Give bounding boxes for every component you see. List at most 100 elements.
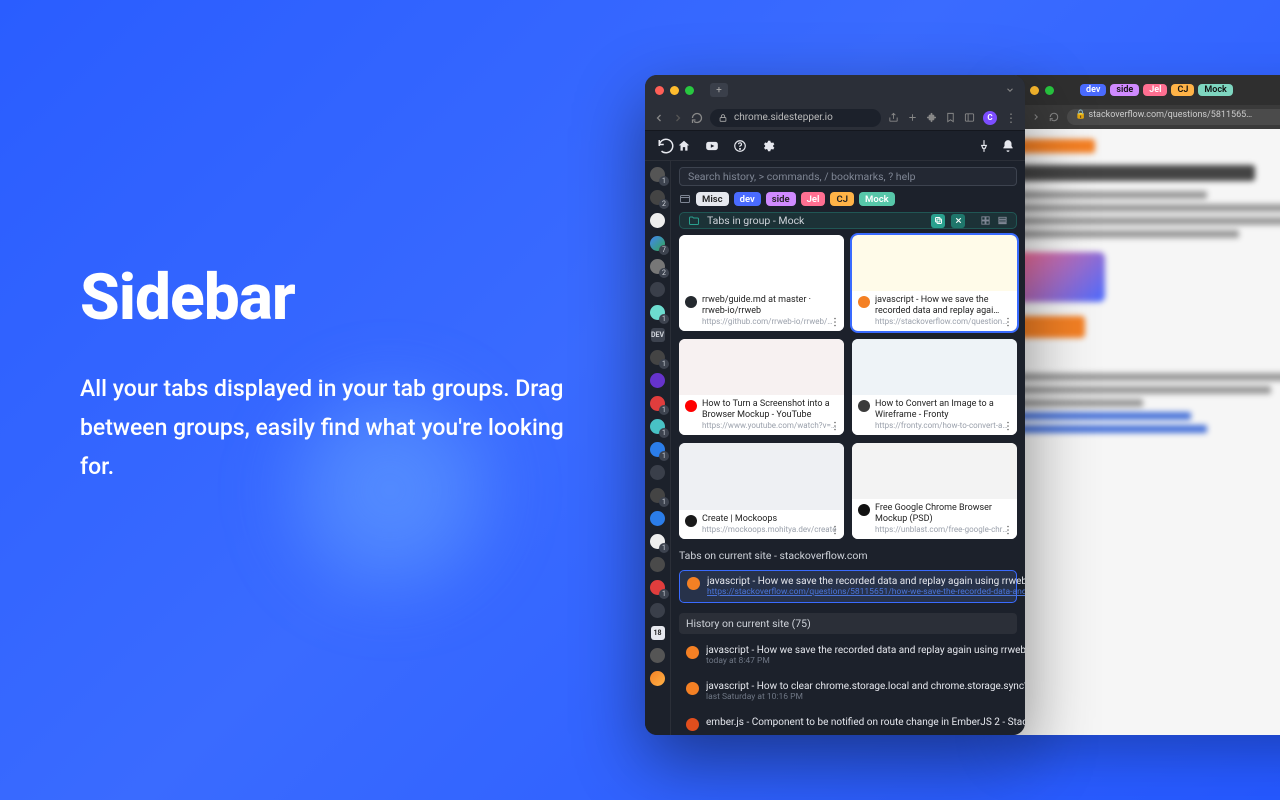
bell-icon[interactable] bbox=[1001, 139, 1015, 153]
tab-group-pill-cj[interactable]: CJ bbox=[1171, 84, 1194, 96]
tab-group-pill-mock[interactable]: Mock bbox=[1198, 84, 1232, 96]
sidebar-extension-window: + chrome.sidestepper.io bbox=[645, 75, 1025, 735]
rail-site-icon[interactable]: 1 bbox=[650, 396, 665, 411]
group-chip-mock[interactable]: Mock bbox=[859, 192, 895, 206]
share-icon[interactable] bbox=[888, 112, 899, 123]
grid-view-icon[interactable] bbox=[980, 215, 991, 226]
favicon bbox=[858, 504, 870, 516]
rail-site-icon[interactable] bbox=[650, 213, 665, 228]
tab-card[interactable]: How to Convert an Image to a Wireframe -… bbox=[852, 339, 1017, 435]
pin-icon[interactable] bbox=[977, 139, 991, 153]
rail-site-icon[interactable]: 1 bbox=[650, 488, 665, 503]
group-chip-misc[interactable]: Misc bbox=[696, 192, 729, 206]
search-input[interactable]: Search history, > commands, / bookmarks,… bbox=[679, 167, 1017, 186]
rail-site-icon[interactable]: 1 bbox=[650, 167, 665, 182]
card-more-icon[interactable] bbox=[1002, 524, 1014, 536]
extension-icon[interactable] bbox=[926, 112, 937, 123]
rail-site-icon[interactable]: 1 bbox=[650, 305, 665, 320]
favicon bbox=[686, 646, 699, 659]
rail-site-icon[interactable]: 1 bbox=[650, 442, 665, 457]
address-bar[interactable]: chrome.sidestepper.io bbox=[710, 109, 881, 127]
undo-icon[interactable] bbox=[657, 137, 675, 155]
rail-site-icon[interactable] bbox=[650, 511, 665, 526]
rail-site-icon[interactable]: 1 bbox=[650, 534, 665, 549]
rail-site-icon[interactable] bbox=[650, 557, 665, 572]
group-chip-cj[interactable]: CJ bbox=[830, 192, 854, 206]
reload-icon[interactable] bbox=[1049, 112, 1059, 122]
help-icon[interactable] bbox=[733, 139, 747, 153]
tab-card[interactable]: javascript - How we save the recorded da… bbox=[852, 235, 1017, 331]
rail-dev-badge[interactable]: DEV bbox=[651, 328, 665, 342]
tab-group-pill-dev[interactable]: dev bbox=[1080, 84, 1106, 96]
rail-site-icon[interactable] bbox=[650, 671, 665, 686]
favicon-rail: 1 2 7 2 1 DEV 1 1 1 1 1 1 bbox=[645, 161, 671, 735]
profile-avatar[interactable]: C bbox=[983, 111, 997, 125]
plus-icon[interactable] bbox=[907, 112, 918, 123]
forward-icon[interactable] bbox=[1031, 112, 1041, 122]
group-header[interactable]: Tabs in group - Mock bbox=[679, 212, 1017, 229]
rail-site-icon[interactable]: 1 bbox=[650, 350, 665, 365]
window-icon[interactable] bbox=[679, 193, 691, 205]
current-site-section-header: Tabs on current site - stackoverflow.com bbox=[679, 549, 1017, 562]
panel-icon[interactable] bbox=[964, 112, 975, 123]
card-more-icon[interactable] bbox=[829, 524, 841, 536]
tab-card[interactable]: How to Turn a Screenshot into a Browser … bbox=[679, 339, 844, 435]
hero-subtitle: All your tabs displayed in your tab grou… bbox=[80, 369, 600, 486]
favicon bbox=[685, 515, 697, 527]
history-section-header: History on current site (75) bbox=[679, 613, 1017, 634]
traffic-light-max[interactable] bbox=[685, 86, 694, 95]
traffic-light-min[interactable] bbox=[1030, 86, 1039, 95]
history-item[interactable]: ember.js - Component to be notified on r… bbox=[679, 712, 1017, 731]
favicon bbox=[685, 296, 697, 308]
address-bar[interactable]: 🔒 stackoverflow.com/questions/5811565… bbox=[1067, 109, 1280, 125]
rail-site-icon[interactable]: 7 bbox=[650, 236, 665, 251]
traffic-light-max[interactable] bbox=[1045, 86, 1054, 95]
background-browser-window: dev side Jel CJ Mock 🔒 stackoverflow.com… bbox=[1005, 75, 1280, 735]
tab-card[interactable]: rrweb/guide.md at master · rrweb-io/rrwe… bbox=[679, 235, 844, 331]
rail-site-icon[interactable] bbox=[650, 373, 665, 388]
rail-site-icon[interactable] bbox=[650, 282, 665, 297]
gear-icon[interactable] bbox=[761, 139, 775, 153]
rail-site-icon[interactable]: 1 bbox=[650, 419, 665, 434]
tab-card[interactable]: Create | Mockoopshttps://mockoops.mohity… bbox=[679, 443, 844, 539]
rail-site-icon[interactable] bbox=[650, 648, 665, 663]
rail-site-icon[interactable]: 2 bbox=[650, 190, 665, 205]
rail-number-badge[interactable]: 18 bbox=[651, 626, 665, 640]
lock-icon: 🔒 bbox=[1075, 110, 1086, 120]
list-view-icon[interactable] bbox=[997, 215, 1008, 226]
favicon bbox=[858, 296, 870, 308]
reload-icon[interactable] bbox=[691, 112, 703, 124]
rail-site-icon[interactable]: 1 bbox=[650, 580, 665, 595]
url-text: chrome.sidestepper.io bbox=[734, 112, 833, 123]
back-icon[interactable] bbox=[653, 112, 665, 124]
bookmark-icon[interactable] bbox=[945, 112, 956, 123]
current-site-tab-item[interactable]: javascript - How we save the recorded da… bbox=[679, 570, 1017, 603]
history-item[interactable]: javascript - How to clear chrome.storage… bbox=[679, 676, 1017, 704]
home-icon[interactable] bbox=[677, 139, 691, 153]
new-tab-button[interactable]: + bbox=[710, 83, 728, 97]
card-more-icon[interactable] bbox=[829, 316, 841, 328]
card-more-icon[interactable] bbox=[829, 420, 841, 432]
traffic-light-min[interactable] bbox=[670, 86, 679, 95]
youtube-icon[interactable] bbox=[705, 139, 719, 153]
favicon bbox=[687, 577, 700, 590]
group-chip-dev[interactable]: dev bbox=[734, 192, 761, 206]
chevron-down-icon[interactable] bbox=[1005, 85, 1015, 95]
group-chip-jel[interactable]: Jel bbox=[801, 192, 826, 206]
group-chip-side[interactable]: side bbox=[766, 192, 796, 206]
kebab-menu-icon[interactable]: ⋮ bbox=[1005, 111, 1017, 125]
traffic-light-close[interactable] bbox=[655, 86, 664, 95]
tab-group-pill-jel[interactable]: Jel bbox=[1143, 84, 1167, 96]
history-item[interactable]: javascript - How we save the recorded da… bbox=[679, 640, 1017, 668]
tab-group-pill-side[interactable]: side bbox=[1110, 84, 1139, 96]
group-action-close[interactable] bbox=[951, 214, 965, 228]
rail-site-icon[interactable] bbox=[650, 603, 665, 618]
group-action-copy[interactable] bbox=[931, 214, 945, 228]
card-more-icon[interactable] bbox=[1002, 420, 1014, 432]
rail-site-icon[interactable]: 2 bbox=[650, 259, 665, 274]
tab-card[interactable]: Free Google Chrome Browser Mockup (PSD)h… bbox=[852, 443, 1017, 539]
search-placeholder: Search history, > commands, / bookmarks,… bbox=[688, 170, 916, 183]
rail-site-icon[interactable] bbox=[650, 465, 665, 480]
forward-icon[interactable] bbox=[672, 112, 684, 124]
card-more-icon[interactable] bbox=[1002, 316, 1014, 328]
